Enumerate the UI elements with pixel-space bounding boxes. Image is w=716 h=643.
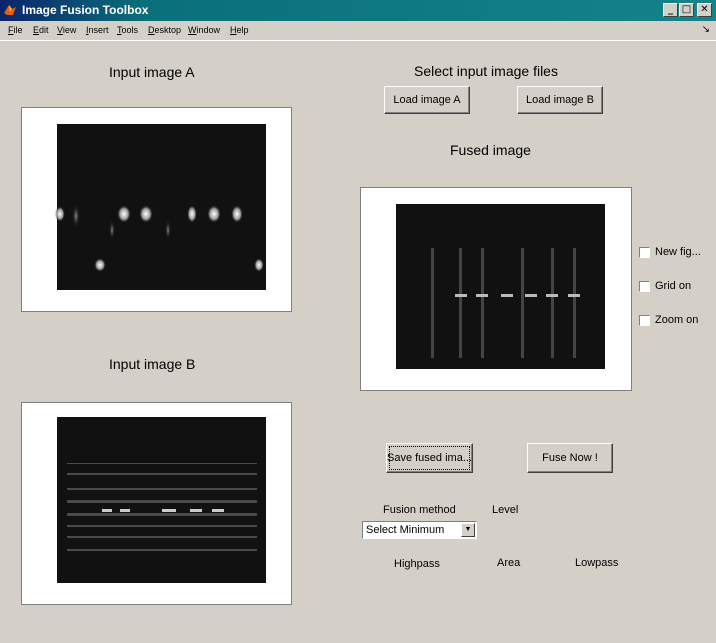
select-files-title: Select input image files bbox=[414, 63, 558, 79]
menu-help[interactable]: Help bbox=[230, 25, 249, 35]
input-a-plot bbox=[55, 124, 266, 290]
input-b-plot bbox=[57, 417, 266, 583]
fuse-now-button[interactable]: Fuse Now ! bbox=[527, 443, 613, 473]
input-b-axes[interactable] bbox=[21, 402, 292, 605]
input-b-title: Input image B bbox=[109, 356, 196, 372]
title-bar[interactable]: Image Fusion Toolbox _ □ ✕ bbox=[0, 0, 716, 21]
checkbox-label: Grid on bbox=[655, 280, 692, 292]
menu-bar: File Edit View Insert Tools Desktop Wind… bbox=[0, 21, 716, 41]
input-a-title: Input image A bbox=[109, 64, 195, 80]
checkbox-box[interactable] bbox=[639, 247, 650, 258]
checkbox-label: New fig... bbox=[655, 246, 701, 258]
fused-image-axes[interactable] bbox=[360, 187, 632, 391]
window-title: Image Fusion Toolbox bbox=[22, 3, 149, 17]
close-button[interactable]: ✕ bbox=[697, 3, 712, 17]
checkbox-label: Zoom on bbox=[655, 314, 699, 326]
checkbox-box[interactable] bbox=[639, 281, 650, 292]
checkbox-box[interactable] bbox=[639, 315, 650, 326]
menu-view[interactable]: View bbox=[57, 25, 76, 35]
menu-file[interactable]: File bbox=[8, 25, 23, 35]
dropdown-arrow-icon[interactable]: ▼ bbox=[461, 523, 475, 537]
menu-edit[interactable]: Edit bbox=[33, 25, 49, 35]
fusion-method-select[interactable]: Select Minimum ▼ bbox=[362, 521, 477, 539]
area-label: Area bbox=[497, 557, 521, 569]
menu-tools[interactable]: Tools bbox=[117, 25, 138, 35]
fused-image-title: Fused image bbox=[450, 142, 531, 158]
select-value: Select Minimum bbox=[366, 524, 445, 536]
save-fused-image-button[interactable]: Save fused ima... bbox=[386, 443, 473, 473]
level-label: Level bbox=[492, 504, 519, 516]
dock-arrow-icon[interactable]: ↘ bbox=[702, 24, 710, 35]
maximize-button[interactable]: □ bbox=[679, 3, 694, 17]
menu-window[interactable]: Window bbox=[188, 25, 220, 35]
highpass-label: Highpass bbox=[394, 558, 440, 570]
divider bbox=[0, 40, 716, 41]
load-image-a-button[interactable]: Load image A bbox=[384, 86, 470, 114]
minimize-button[interactable]: _ bbox=[663, 3, 678, 17]
fusion-method-label: Fusion method bbox=[383, 504, 456, 516]
matlab-logo-icon bbox=[4, 5, 16, 15]
load-image-b-button[interactable]: Load image B bbox=[517, 86, 603, 114]
menu-insert[interactable]: Insert bbox=[86, 25, 109, 35]
menu-desktop[interactable]: Desktop bbox=[148, 25, 181, 35]
lowpass-label: Lowpass bbox=[575, 557, 619, 569]
input-a-axes[interactable] bbox=[21, 107, 292, 312]
fused-image-plot bbox=[396, 204, 605, 369]
